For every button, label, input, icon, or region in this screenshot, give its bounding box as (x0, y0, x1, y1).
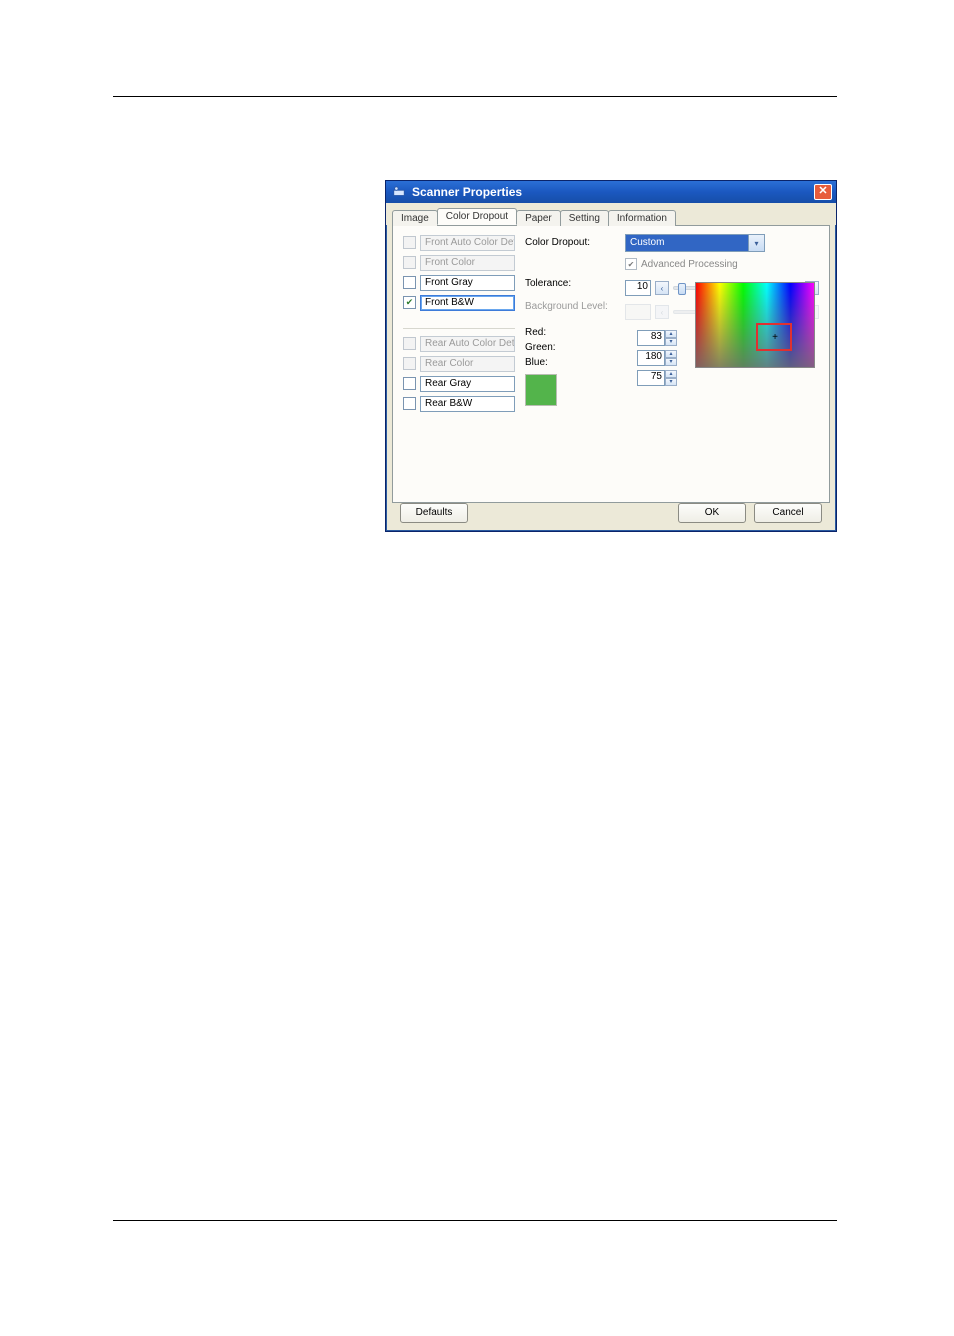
label-background-level: Background Level: (525, 298, 615, 315)
chevron-down-icon[interactable]: ▾ (748, 235, 764, 251)
label-color-dropout: Color Dropout: (525, 234, 615, 251)
side-option-front-color: Front Color (420, 255, 515, 271)
arrow-left-icon[interactable]: ‹ (655, 281, 669, 295)
checkbox[interactable] (403, 397, 416, 410)
background-value (625, 304, 651, 320)
crosshair-icon: + (770, 333, 780, 343)
tab-image[interactable]: Image (392, 210, 438, 226)
red-spinner[interactable]: 83 ▴▾ (637, 330, 677, 346)
list-item[interactable]: Rear B&W (403, 395, 515, 412)
scanner-properties-dialog: Scanner Properties ✕ Image Color Dropout… (385, 180, 837, 532)
dropout-mode-combo[interactable]: Custom ▾ (625, 234, 765, 252)
list-item[interactable]: Front B&W (403, 294, 515, 311)
arrow-left-icon: ‹ (655, 305, 669, 319)
spin-down-icon[interactable]: ▾ (665, 378, 677, 386)
cancel-button[interactable]: Cancel (754, 503, 822, 523)
red-value[interactable]: 83 (637, 330, 665, 346)
label-red: Red: (525, 327, 615, 338)
window-title: Scanner Properties (412, 185, 522, 199)
spin-down-icon[interactable]: ▾ (665, 338, 677, 346)
checkbox[interactable] (403, 296, 416, 309)
green-value[interactable]: 180 (637, 350, 665, 366)
side-option-rear-auto: Rear Auto Color Detection (420, 336, 515, 352)
side-option-rear-color: Rear Color (420, 356, 515, 372)
tab-color-dropout[interactable]: Color Dropout (437, 208, 517, 225)
label-tolerance: Tolerance: (525, 275, 615, 292)
color-palette[interactable]: + (695, 282, 815, 368)
defaults-button[interactable]: Defaults (400, 503, 468, 523)
field-labels: Color Dropout: Tolerance: Background Lev… (525, 234, 615, 494)
side-option-rear-bw[interactable]: Rear B&W (420, 396, 515, 412)
list-item: Rear Color (403, 355, 515, 372)
checkbox (403, 256, 416, 269)
close-button[interactable]: ✕ (814, 184, 832, 200)
blue-value[interactable]: 75 (637, 370, 665, 386)
list-item: Front Auto Color Detection (403, 234, 515, 251)
divider (403, 328, 515, 329)
spin-up-icon[interactable]: ▴ (665, 370, 677, 378)
blue-spinner[interactable]: 75 ▴▾ (637, 370, 677, 386)
label-green: Green: (525, 342, 615, 353)
side-option-rear-gray[interactable]: Rear Gray (420, 376, 515, 392)
page-rule-top (113, 96, 837, 97)
controls: Custom ▾ Advanced Processing 10 ‹ › (625, 234, 819, 494)
tab-panel: Front Auto Color Detection Front Color F… (392, 225, 830, 503)
dialog-footer: Defaults OK Cancel (386, 503, 836, 523)
spin-up-icon[interactable]: ▴ (665, 330, 677, 338)
tab-information[interactable]: Information (608, 210, 676, 226)
page-rule-bottom (113, 1220, 837, 1221)
label-advanced-processing: Advanced Processing (641, 259, 738, 270)
tab-paper[interactable]: Paper (516, 210, 561, 226)
side-option-front-auto: Front Auto Color Detection (420, 235, 515, 251)
checkbox (403, 337, 416, 350)
list-item: Front Color (403, 254, 515, 271)
ok-button[interactable]: OK (678, 503, 746, 523)
list-item: Rear Auto Color Detection (403, 335, 515, 352)
side-list: Front Auto Color Detection Front Color F… (403, 234, 515, 494)
list-item[interactable]: Rear Gray (403, 375, 515, 392)
spin-down-icon[interactable]: ▾ (665, 358, 677, 366)
list-item[interactable]: Front Gray (403, 274, 515, 291)
checkbox[interactable] (403, 377, 416, 390)
checkbox (403, 357, 416, 370)
combo-value: Custom (626, 235, 748, 251)
slider-thumb[interactable] (678, 283, 686, 295)
titlebar[interactable]: Scanner Properties ✕ (386, 181, 836, 203)
spin-up-icon[interactable]: ▴ (665, 350, 677, 358)
label-blue: Blue: (525, 357, 615, 368)
checkbox[interactable] (403, 276, 416, 289)
side-option-front-bw[interactable]: Front B&W (420, 295, 515, 311)
checkbox (403, 236, 416, 249)
advanced-processing-checkbox (625, 258, 637, 270)
app-icon (392, 185, 406, 199)
tolerance-value[interactable]: 10 (625, 280, 651, 296)
color-swatch (525, 374, 557, 406)
green-spinner[interactable]: 180 ▴▾ (637, 350, 677, 366)
tab-setting[interactable]: Setting (560, 210, 609, 226)
tabstrip: Image Color Dropout Paper Setting Inform… (386, 203, 836, 225)
side-option-front-gray[interactable]: Front Gray (420, 275, 515, 291)
